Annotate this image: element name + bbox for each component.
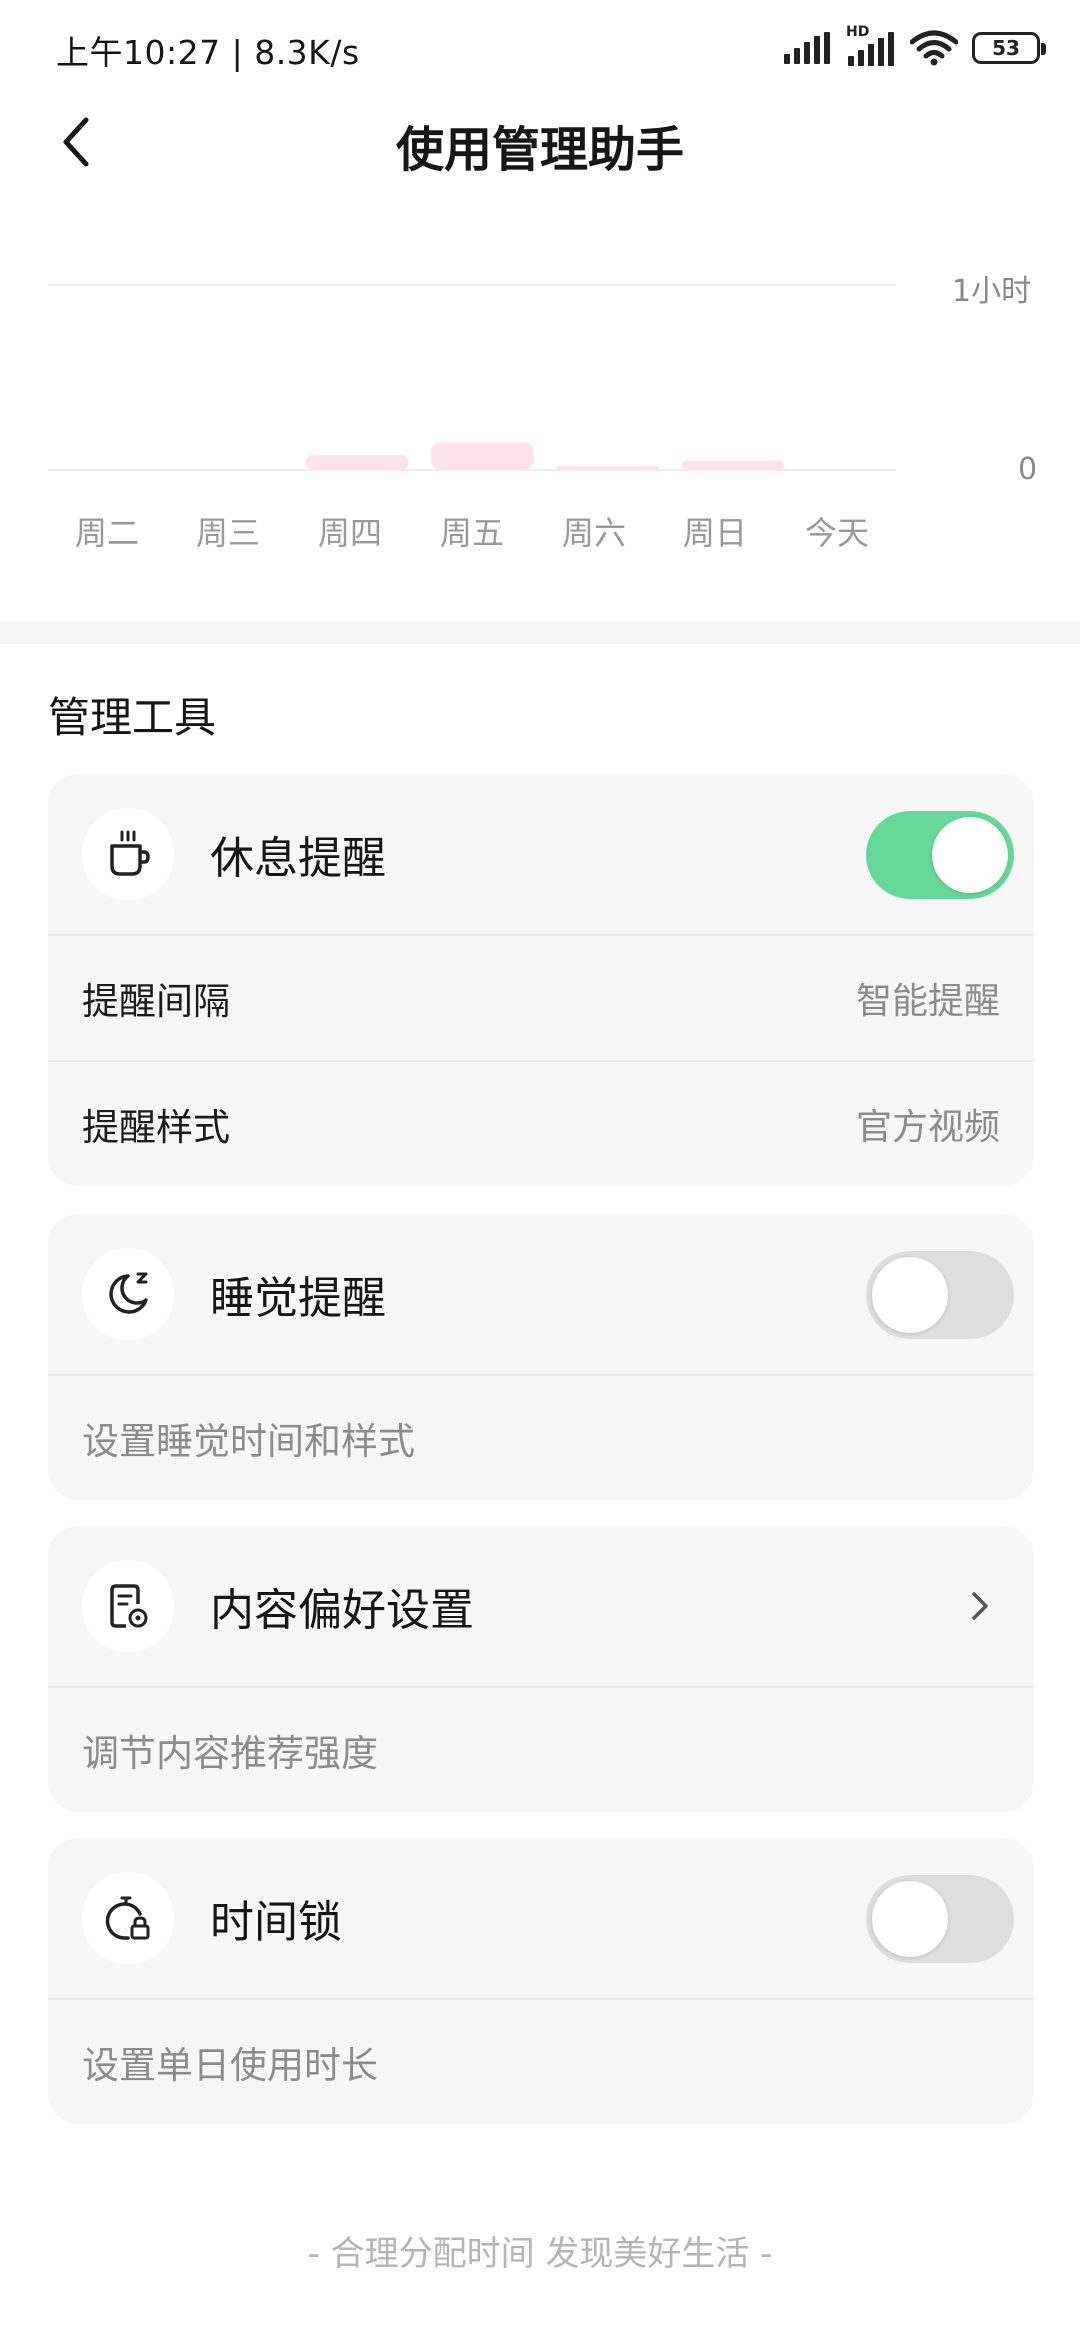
- reminder-style-row[interactable]: 提醒样式 官方视频: [48, 1060, 1034, 1186]
- chart-bar: [305, 455, 409, 470]
- sleep-reminder-icon-wrap: [82, 1248, 174, 1340]
- rest-reminder-card: 休息提醒 提醒间隔 智能提醒 提醒样式 官方视频: [48, 774, 1034, 1186]
- rest-reminder-title: 休息提醒: [210, 833, 386, 884]
- sleep-reminder-card: 睡觉提醒 设置睡觉时间和样式: [48, 1214, 1034, 1500]
- daily-limit-desc: 设置单日使用时长: [82, 2044, 378, 2087]
- toggle-knob: [872, 1257, 948, 1333]
- page-title: 使用管理助手: [395, 122, 684, 178]
- x-tick-label: 今天: [804, 514, 869, 552]
- reminder-style-value: 官方视频: [855, 1107, 1000, 1148]
- coffee-cup-icon: [110, 830, 150, 876]
- daily-limit-row[interactable]: 设置单日使用时长: [48, 1998, 1034, 2124]
- chart-bar: [681, 460, 785, 470]
- time-lock-header: 时间锁: [48, 1838, 1034, 1998]
- x-tick-label: 周四: [317, 514, 382, 552]
- content-strength-row[interactable]: 调节内容推荐强度: [48, 1686, 1034, 1812]
- status-icons: HD 53: [784, 24, 1046, 68]
- chart-bar: [556, 466, 660, 470]
- section-divider: [0, 622, 1080, 644]
- moon-sleep-icon: [109, 1272, 148, 1314]
- section-title: 管理工具: [48, 693, 217, 742]
- usage-chart: 1小时 0 周二 周三 周四 周五 周六 周日 今天: [0, 230, 1080, 590]
- reminder-interval-row[interactable]: 提醒间隔 智能提醒: [48, 934, 1034, 1060]
- toggle-knob: [932, 817, 1008, 893]
- sleep-settings-row[interactable]: 设置睡觉时间和样式: [48, 1374, 1034, 1500]
- y-tick-label-zero: 0: [1018, 452, 1038, 487]
- content-preference-header[interactable]: 内容偏好设置: [48, 1526, 1034, 1686]
- sleep-settings-desc: 设置睡觉时间和样式: [82, 1420, 415, 1463]
- cellular-signal-icon: [784, 32, 830, 64]
- battery-level: 53: [992, 36, 1020, 60]
- sleep-reminder-title: 睡觉提醒: [210, 1273, 386, 1324]
- content-preference-title: 内容偏好设置: [210, 1585, 474, 1636]
- battery-icon: 53: [972, 32, 1046, 64]
- time-lock-card: 时间锁 设置单日使用时长: [48, 1838, 1034, 2124]
- toggle-knob: [872, 1881, 948, 1957]
- document-settings-icon: [110, 1584, 148, 1628]
- cellular-signal-hd-icon: HD: [846, 24, 896, 66]
- x-tick-label: 周二: [74, 514, 139, 552]
- x-tick-label: 周日: [682, 514, 747, 552]
- time-lock-icon-wrap: [82, 1872, 174, 1964]
- time-lock-title: 时间锁: [210, 1897, 342, 1948]
- timer-lock-icon: [105, 1896, 150, 1940]
- rest-reminder-header: 休息提醒: [48, 774, 1034, 934]
- content-preference-card[interactable]: 内容偏好设置 调节内容推荐强度: [48, 1526, 1034, 1812]
- reminder-interval-value: 智能提醒: [855, 981, 1000, 1022]
- wifi-icon: [910, 30, 958, 66]
- chevron-right-icon: [960, 1584, 1000, 1628]
- reminder-interval-label: 提醒间隔: [82, 980, 230, 1023]
- x-tick-label: 周三: [195, 514, 260, 552]
- x-tick-label: 周五: [439, 514, 504, 552]
- sleep-reminder-header: 睡觉提醒: [48, 1214, 1034, 1374]
- status-bar: 上午10:27 | 8.3K/s HD 53: [0, 0, 1080, 92]
- content-preference-icon-wrap: [82, 1560, 174, 1652]
- sleep-reminder-toggle[interactable]: [866, 1251, 1014, 1339]
- x-tick-label: 周六: [561, 514, 626, 552]
- nav-bar: 使用管理助手: [0, 92, 1080, 192]
- status-time: 上午10:27 | 8.3K/s: [56, 33, 360, 72]
- time-lock-toggle[interactable]: [866, 1875, 1014, 1963]
- footer-slogan: - 合理分配时间 发现美好生活 -: [307, 2234, 773, 2274]
- rest-reminder-icon-wrap: [82, 808, 174, 900]
- chart-bar: [430, 442, 534, 470]
- y-tick-label-max: 1小时: [952, 274, 1032, 309]
- reminder-style-label: 提醒样式: [82, 1106, 230, 1149]
- content-strength-desc: 调节内容推荐强度: [82, 1732, 378, 1775]
- rest-reminder-toggle[interactable]: [866, 811, 1014, 899]
